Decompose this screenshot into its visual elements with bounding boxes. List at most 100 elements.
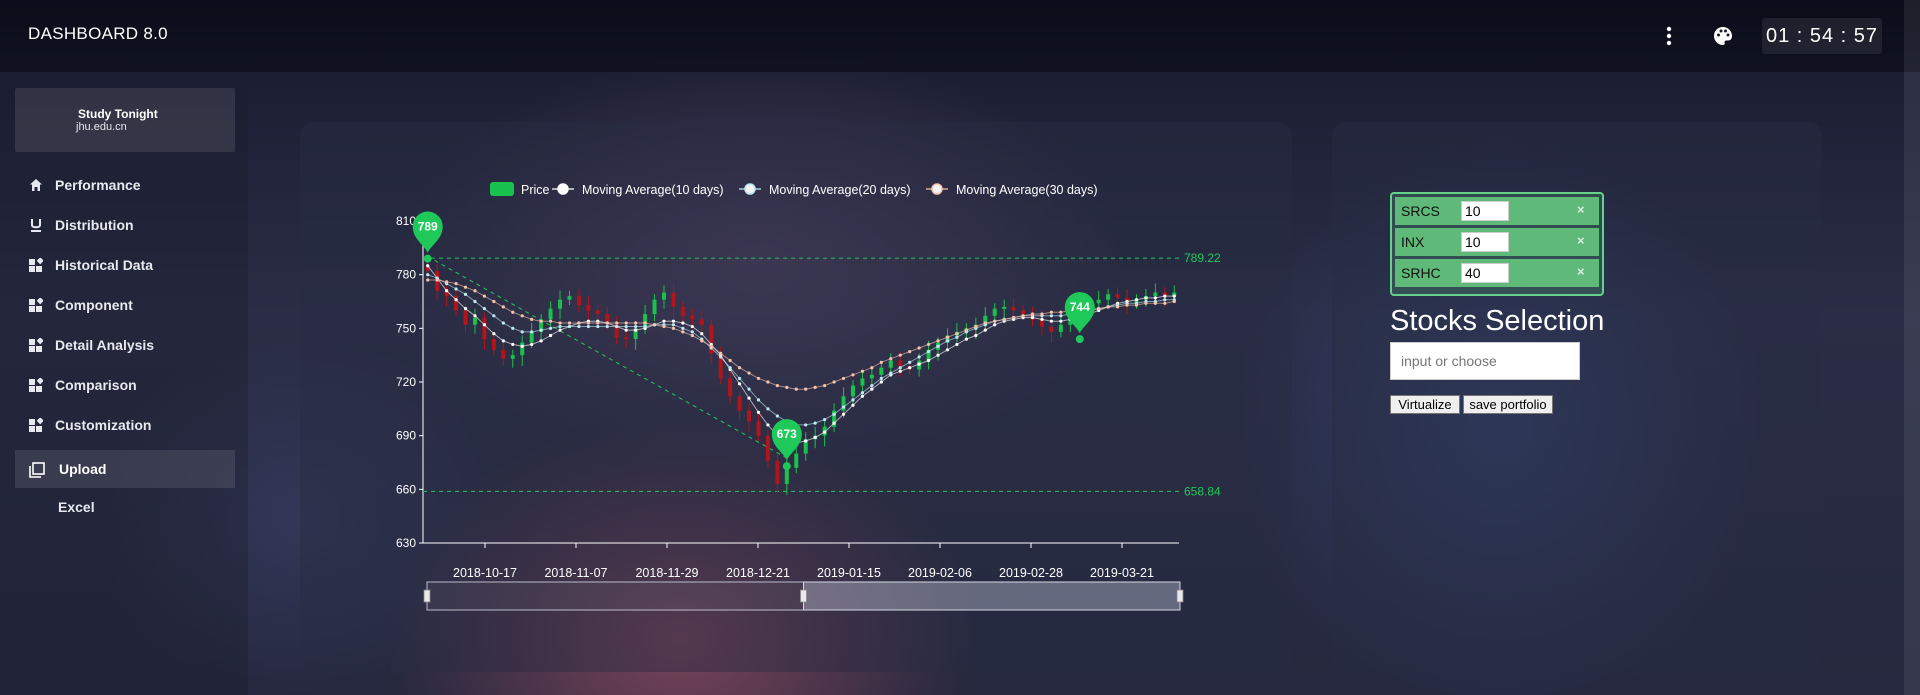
data-zoom-handle[interactable]: [423, 589, 431, 603]
candle: [898, 360, 903, 366]
remove-stock-button[interactable]: ×: [1577, 264, 1585, 279]
data-zoom-handle[interactable]: [800, 589, 807, 603]
ma30-point: [955, 332, 959, 336]
ma10-point: [426, 264, 430, 268]
candle: [728, 378, 733, 397]
ma10-point: [473, 314, 477, 318]
ma30-point: [917, 346, 921, 350]
ma30-point: [737, 366, 742, 370]
ma10-point: [974, 333, 978, 338]
ma30-point: [766, 380, 770, 384]
data-zoom-window[interactable]: [803, 581, 1181, 611]
sidebar-item-detail-analysis[interactable]: Detail Analysis: [15, 326, 235, 364]
candle: [869, 374, 874, 379]
ma20-point: [690, 330, 694, 334]
ma30-point: [463, 285, 468, 289]
ma30-point: [662, 324, 666, 329]
stock-weight-input[interactable]: [1461, 201, 1509, 221]
ma20-point: [804, 423, 808, 427]
ma30-point: [709, 344, 713, 348]
candle: [472, 317, 477, 325]
ma10-point: [1134, 298, 1139, 302]
ma10-point: [898, 369, 902, 373]
ma30-point: [671, 326, 676, 330]
ma30-point: [983, 321, 987, 325]
ma30-point: [775, 383, 779, 388]
save-portfolio-button[interactable]: save portfolio: [1463, 395, 1553, 414]
sidebar-item-distribution[interactable]: Distribution: [15, 206, 235, 244]
ma20-point: [530, 330, 534, 334]
ma30-point: [993, 319, 997, 323]
ma10-point: [823, 430, 827, 434]
sidebar-item-label: Comparison: [55, 377, 137, 393]
ma10-point: [737, 382, 742, 386]
ma30-point: [454, 282, 458, 286]
ma20-point: [558, 324, 562, 329]
sidebar-item-comparison[interactable]: Comparison: [15, 366, 235, 404]
sidebar-item-performance[interactable]: Performance: [15, 166, 235, 204]
candle: [548, 308, 553, 320]
ma10-point: [1059, 319, 1063, 323]
ma20-point: [681, 326, 685, 330]
page-scrollbar[interactable]: [1904, 0, 1920, 695]
legend-price-swatch: [490, 182, 514, 196]
ma20-point: [728, 366, 732, 370]
ma30-point: [879, 360, 883, 364]
ma30-point: [643, 321, 647, 325]
ma30-line: [427, 279, 1175, 390]
ma30-point: [794, 387, 798, 391]
palette-icon[interactable]: [1712, 25, 1734, 47]
remove-stock-button[interactable]: ×: [1577, 202, 1585, 217]
ma30-point: [860, 369, 865, 373]
ma30-point: [1106, 305, 1110, 309]
ma30-point: [1002, 317, 1006, 321]
ma30-point: [426, 278, 430, 282]
candle: [1153, 292, 1158, 297]
sidebar-item-customization[interactable]: Customization: [15, 406, 235, 444]
remove-stock-button[interactable]: ×: [1577, 233, 1585, 248]
stock-search-input[interactable]: [1390, 342, 1580, 380]
y-tick-label: 660: [396, 482, 416, 496]
sidebar-item-component[interactable]: Component: [15, 286, 235, 324]
candle: [1011, 306, 1016, 311]
ma30-point: [615, 321, 619, 325]
sidebar-item-historical-data[interactable]: Historical Data: [15, 246, 235, 284]
ma20-point: [482, 307, 487, 311]
stock-weight-input[interactable]: [1461, 232, 1509, 252]
stock-symbol: INX: [1401, 234, 1425, 250]
vertical-dots-icon[interactable]: [1660, 24, 1678, 48]
ma30-point: [1153, 301, 1157, 305]
ma10-point: [482, 323, 487, 327]
virtualize-button[interactable]: Virtualize: [1390, 395, 1460, 414]
stock-weight-input[interactable]: [1461, 263, 1509, 283]
ma10-point: [964, 337, 968, 341]
top-bar: DASHBOARD 8.0 01 : 54 : 57: [0, 0, 1920, 72]
candlestick-chart[interactable]: Price Moving Average(10 days) Moving Avera…: [300, 122, 1292, 672]
candle: [888, 360, 893, 368]
sidebar-item-label: Upload: [59, 461, 107, 477]
ma10-point: [671, 319, 676, 323]
ma10-point: [804, 439, 808, 443]
candle: [1002, 306, 1007, 309]
ma10-point: [1144, 296, 1148, 300]
ma10-point: [813, 435, 817, 440]
ma30-point: [1115, 305, 1120, 309]
candle: [501, 349, 506, 359]
data-zoom-handle[interactable]: [1176, 589, 1184, 603]
ma30-point: [926, 342, 931, 347]
ma30-point: [964, 328, 968, 332]
legend-item: Moving Average(30 days): [956, 183, 1098, 197]
x-tick-label: 2019-01-15: [817, 566, 881, 580]
ma30-point: [445, 280, 449, 284]
ma30-point: [756, 376, 761, 381]
stocks-selection-title: Stocks Selection: [1390, 305, 1605, 337]
candle: [699, 319, 704, 325]
sidebar-item-upload[interactable]: Upload: [15, 450, 235, 488]
sidebar-item-label: Customization: [55, 417, 152, 433]
ma20-point: [1049, 314, 1054, 318]
ma20-point: [586, 324, 590, 329]
ma10-point: [662, 319, 666, 323]
sidebar-subitem-excel[interactable]: Excel: [58, 499, 95, 515]
ma30-point: [1021, 314, 1025, 318]
selected-stocks-list: SRCS × INX × SRHC ×: [1390, 192, 1604, 296]
